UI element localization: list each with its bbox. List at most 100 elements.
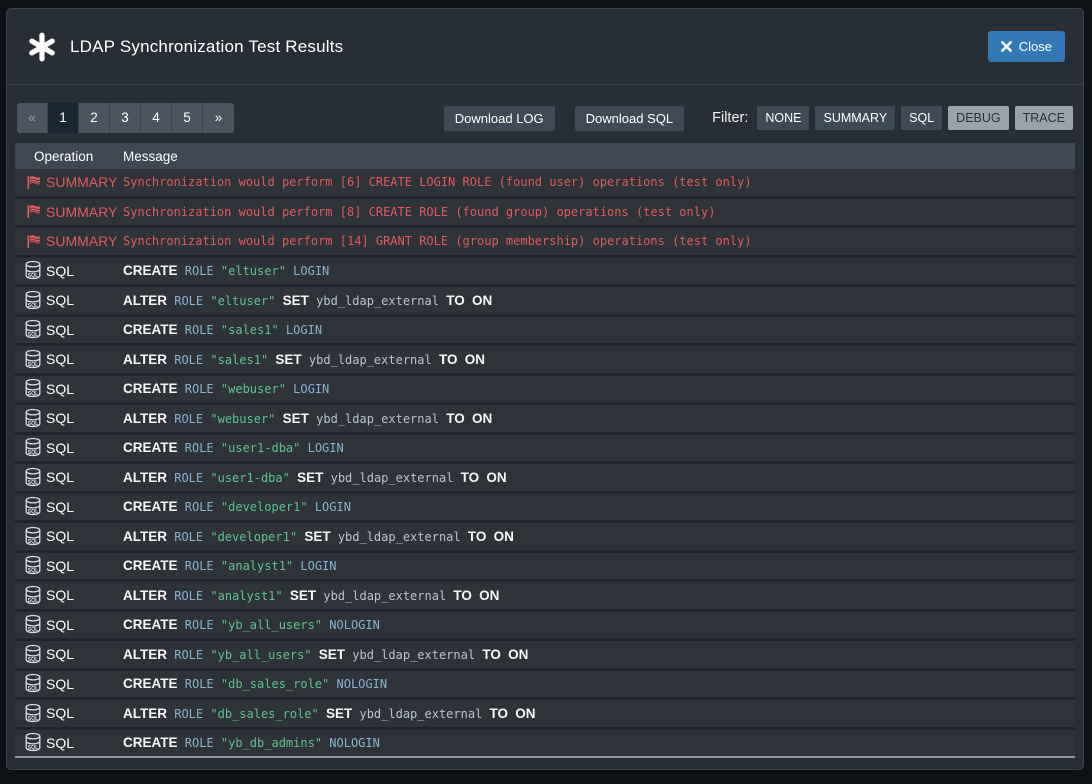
filter-button-debug[interactable]: DEBUG xyxy=(948,106,1008,130)
operation-cell: SQLSQL xyxy=(15,290,123,311)
log-row: SQLSQLCREATE ROLE "user1-dba" LOGIN xyxy=(15,435,1075,462)
svg-text:SQL: SQL xyxy=(28,627,39,633)
database-icon: SQL xyxy=(23,260,43,281)
svg-text:SQL: SQL xyxy=(28,686,39,692)
page-button-2[interactable]: 2 xyxy=(79,103,110,133)
operation-label: SUMMARY xyxy=(46,233,117,249)
message-cell: ALTER ROLE "developer1" SET ybd_ldap_ext… xyxy=(123,529,1075,544)
download-sql-button[interactable]: Download SQL xyxy=(575,106,684,131)
flag-icon xyxy=(23,175,43,190)
operation-label: SQL xyxy=(46,469,74,485)
message-cell: ALTER ROLE "sales1" SET ybd_ldap_externa… xyxy=(123,352,1075,367)
operation-label: SUMMARY xyxy=(46,204,117,220)
message-cell: CREATE ROLE "yb_all_users" NOLOGIN xyxy=(123,617,1075,632)
operation-label: SQL xyxy=(46,587,74,603)
log-row: SQLSQLALTER ROLE "yb_all_users" SET ybd_… xyxy=(15,641,1075,668)
page-button-»[interactable]: » xyxy=(203,103,234,133)
page-title: LDAP Synchronization Test Results xyxy=(70,37,343,57)
operation-label: SQL xyxy=(46,735,74,751)
close-button[interactable]: Close xyxy=(988,31,1065,62)
page-button-5[interactable]: 5 xyxy=(172,103,203,133)
page-button-3[interactable]: 3 xyxy=(110,103,141,133)
operation-label: SQL xyxy=(46,617,74,633)
svg-text:SQL: SQL xyxy=(28,391,39,397)
log-row: SQL SQL ALTER ROLE "developer1" SET ybd_ld… xyxy=(15,523,1075,550)
close-button-label: Close xyxy=(1019,39,1052,54)
ldap-test-results-dialog: LDAP Synchronization Test Results Close … xyxy=(6,8,1084,770)
filter-label: Filter: xyxy=(712,110,748,126)
toolbar: «12345» Download LOG Download SQL Filter… xyxy=(7,85,1083,143)
database-icon: SQL xyxy=(23,437,43,458)
operation-cell: SQLSQL xyxy=(15,644,123,665)
page-button-4[interactable]: 4 xyxy=(141,103,172,133)
operation-label: SQL xyxy=(46,410,74,426)
log-row: SQLSQLALTER ROLE "analyst1" SET ybd_ldap… xyxy=(15,582,1075,609)
operation-label: SQL xyxy=(46,676,74,692)
message-cell: CREATE ROLE "webuser" LOGIN xyxy=(123,381,1075,396)
svg-text:SQL: SQL xyxy=(28,509,39,515)
page-button-1[interactable]: 1 xyxy=(48,103,79,133)
log-row: SUMMARYSynchronization would perform [6]… xyxy=(15,169,1075,196)
message-cell: CREATE ROLE "yb_db_admins" NOLOGIN xyxy=(123,735,1075,750)
svg-text:SQL: SQL xyxy=(28,362,39,368)
table-header-row: Operation Message xyxy=(15,143,1075,169)
operation-cell: SQL SQL xyxy=(15,349,123,370)
log-row: SUMMARY Synchronization would perform [8]… xyxy=(15,199,1075,226)
svg-text:SQL: SQL xyxy=(28,568,39,574)
operation-label: SQL xyxy=(46,558,74,574)
operation-label: SQL xyxy=(46,263,74,279)
database-icon: SQL xyxy=(23,732,43,753)
operation-cell: SUMMARY xyxy=(15,204,123,220)
svg-text:SQL: SQL xyxy=(28,539,39,545)
asterisk-icon xyxy=(27,32,57,62)
operation-cell: SQLSQL xyxy=(15,437,123,458)
operation-cell: SQLSQL xyxy=(15,732,123,753)
database-icon: SQL xyxy=(23,703,43,724)
operation-label: SQL xyxy=(46,351,74,367)
message-cell: ALTER ROLE "webuser" SET ybd_ldap_extern… xyxy=(123,411,1075,426)
svg-text:SQL: SQL xyxy=(28,450,39,456)
operation-label: SQL xyxy=(46,322,74,338)
svg-text:SQL: SQL xyxy=(28,332,39,338)
log-row: SQLSQLALTER ROLE "user1-dba" SET ybd_lda… xyxy=(15,464,1075,491)
log-row: SQL SQL CREATE ROLE "sales1" LOGIN xyxy=(15,317,1075,344)
column-header-operation: Operation xyxy=(15,149,123,164)
operation-cell: SQLSQL xyxy=(15,585,123,606)
column-header-message: Message xyxy=(123,149,1075,164)
message-cell: ALTER ROLE "eltuser" SET ybd_ldap_extern… xyxy=(123,293,1075,308)
dialog-header: LDAP Synchronization Test Results Close xyxy=(7,9,1083,85)
operation-cell: SQLSQL xyxy=(15,467,123,488)
download-log-button[interactable]: Download LOG xyxy=(444,106,555,131)
message-cell: CREATE ROLE "analyst1" LOGIN xyxy=(123,558,1075,573)
log-row: SQLSQLCREATE ROLE "yb_db_admins" NOLOGIN xyxy=(15,730,1075,757)
database-icon: SQL xyxy=(23,673,43,694)
svg-text:SQL: SQL xyxy=(28,716,39,722)
database-icon: SQL xyxy=(23,408,43,429)
page-button-«: « xyxy=(17,103,48,133)
operation-cell: SQLSQL xyxy=(15,703,123,724)
database-icon: SQL xyxy=(23,585,43,606)
filter-button-sql[interactable]: SQL xyxy=(901,106,942,130)
message-cell: Synchronization would perform [8] CREATE… xyxy=(123,205,1075,219)
pagination: «12345» xyxy=(17,103,234,133)
flag-icon xyxy=(23,234,43,249)
filter-button-trace[interactable]: TRACE xyxy=(1015,106,1073,130)
operation-label: SQL xyxy=(46,528,74,544)
svg-text:SQL: SQL xyxy=(28,303,39,309)
message-cell: Synchronization would perform [6] CREATE… xyxy=(123,175,1075,189)
table-body: SUMMARY Synchronization would perform [6]… xyxy=(15,169,1075,758)
database-icon: SQL xyxy=(23,644,43,665)
flag-icon xyxy=(23,204,43,219)
log-row: SQL SQL ALTER ROLE "sales1" SET ybd_ldap_e… xyxy=(15,346,1075,373)
filter-button-summary[interactable]: SUMMARY xyxy=(815,106,895,130)
message-cell: CREATE ROLE "sales1" LOGIN xyxy=(123,322,1075,337)
message-cell: CREATE ROLE "eltuser" LOGIN xyxy=(123,263,1075,278)
log-row: SQLSQLALTER ROLE "webuser" SET ybd_ldap_… xyxy=(15,405,1075,432)
message-cell: CREATE ROLE "db_sales_role" NOLOGIN xyxy=(123,676,1075,691)
log-row: SQLSQLALTER ROLE "db_sales_role" SET ybd… xyxy=(15,700,1075,727)
database-icon: SQL xyxy=(23,555,43,576)
log-row: SUMMARYSynchronization would perform [14… xyxy=(15,228,1075,255)
database-icon: SQL xyxy=(23,614,43,635)
filter-button-none[interactable]: NONE xyxy=(757,106,809,130)
operation-cell: SQLSQL xyxy=(15,408,123,429)
